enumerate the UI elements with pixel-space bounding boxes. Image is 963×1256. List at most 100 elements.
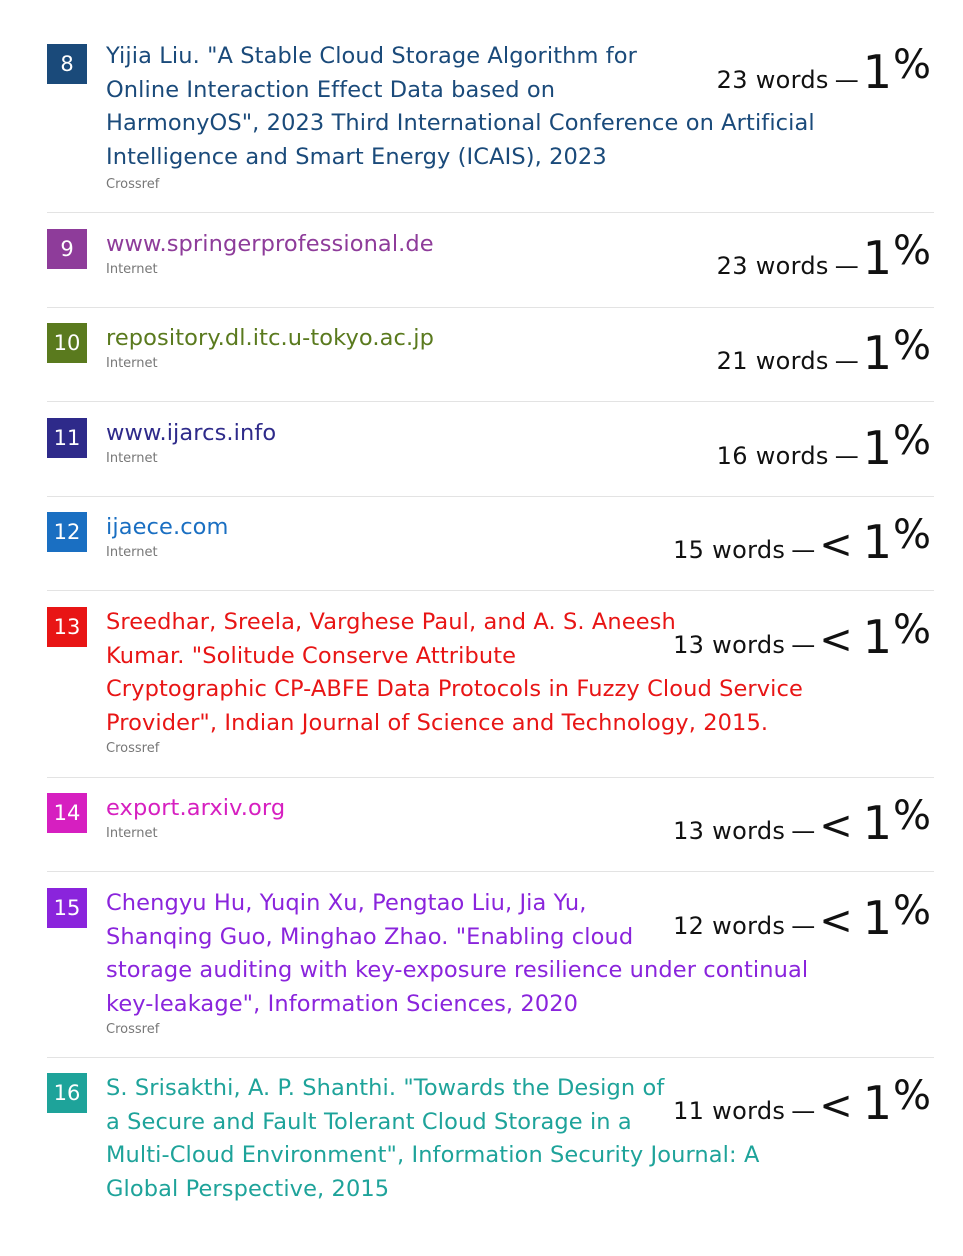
percentage-number: 1 <box>862 515 893 569</box>
match-percentage: 1% <box>862 1073 932 1130</box>
match-percentage: 1% <box>862 512 932 569</box>
less-than-sign: < <box>819 522 853 568</box>
match-number-badge: 15 <box>47 888 87 928</box>
percentage-number: 1 <box>862 45 893 99</box>
em-dash: — <box>791 631 816 659</box>
title-line: Yijia Liu. "A Stable Cloud Storage Algor… <box>106 43 637 69</box>
match-number-badge: 12 <box>47 512 87 552</box>
title-line: Online Interaction Effect Data based on <box>106 76 556 103</box>
word-count: 11 words <box>673 1097 786 1125</box>
match-number-badge: 14 <box>47 793 87 833</box>
match-number-badge: 13 <box>47 607 87 647</box>
title-line: a Secure and Fault Tolerant Cloud Storag… <box>106 1108 632 1135</box>
title-line: repository.dl.itc.u-tokyo.ac.jp <box>106 325 434 351</box>
percent-sign: % <box>892 42 932 88</box>
percent-sign: % <box>892 793 932 839</box>
word-count: 23 words <box>716 66 829 94</box>
percentage-number: 1 <box>862 796 893 850</box>
word-count: 16 words <box>716 442 829 470</box>
match-score: 11 words — <1% <box>673 1073 932 1130</box>
title-line: Provider", Indian Journal of Science and… <box>106 709 769 736</box>
source-type-label: Crossref <box>106 741 160 756</box>
match-number-badge: 11 <box>47 418 87 458</box>
source-type-label: Internet <box>106 356 158 371</box>
percent-sign: % <box>892 512 932 558</box>
title-line: key-leakage", Information Sciences, 2020 <box>106 990 579 1017</box>
match-percentage: 1% <box>862 323 932 380</box>
match-score: 15 words — <1% <box>673 512 932 569</box>
title-line: S. Srisakthi, A. P. Shanthi. "Towards th… <box>106 1075 665 1101</box>
match-row: 14 export.arxiv.org Internet 13 words — <1% <box>47 791 934 872</box>
match-source-link[interactable]: www.ijarcs.info <box>106 417 276 451</box>
less-than-sign: < <box>819 898 853 944</box>
match-number-badge: 8 <box>47 44 87 84</box>
word-count: 15 words <box>673 536 786 564</box>
match-score: 12 words — <1% <box>673 888 932 945</box>
match-source-link[interactable]: www.springerprofessional.de <box>106 228 434 262</box>
title-line: www.ijarcs.info <box>106 420 277 446</box>
percent-sign: % <box>892 228 932 274</box>
match-score: 23 words —1% <box>717 42 932 99</box>
source-type-label: Internet <box>106 826 158 841</box>
source-type-label: Crossref <box>106 1022 160 1037</box>
match-score: 13 words — <1% <box>673 607 932 664</box>
match-row: 9 www.springerprofessional.de Internet 23 w… <box>47 226 934 308</box>
match-row: 16 S. Srisakthi, A. P. Shanthi. "Towards … <box>47 1071 934 1221</box>
match-row: 13 Sreedhar, Sreela, Varghese Paul, and A… <box>47 605 934 778</box>
percentage-number: 1 <box>862 891 893 945</box>
match-source-link[interactable]: Yijia Liu. "A Stable Cloud Storage Algor… <box>106 40 815 174</box>
word-count: 21 words <box>716 347 829 375</box>
match-percentage: 1% <box>862 228 932 285</box>
percentage-number: 1 <box>862 326 893 380</box>
title-line: Multi-Cloud Environment", Information Se… <box>106 1142 760 1168</box>
match-row: 15 Chengyu Hu, Yuqin Xu, Pengtao Liu, Jia… <box>47 886 934 1058</box>
match-source-link[interactable]: ijaece.com <box>106 511 229 545</box>
match-row: 8 Yijia Liu. "A Stable Cloud Storage Algo… <box>47 40 934 213</box>
title-line: Global Perspective, 2015 <box>106 1175 390 1202</box>
percent-sign: % <box>892 607 932 653</box>
title-line: www.springerprofessional.de <box>106 231 434 257</box>
match-source-link[interactable]: S. Srisakthi, A. P. Shanthi. "Towards th… <box>106 1072 759 1206</box>
source-type-label: Internet <box>106 451 158 466</box>
title-line: HarmonyOS", 2023 Third International Con… <box>106 110 815 136</box>
match-source-link[interactable]: repository.dl.itc.u-tokyo.ac.jp <box>106 322 434 356</box>
match-percentage: 1% <box>862 888 932 945</box>
less-than-sign: < <box>819 617 853 663</box>
less-than-sign: < <box>819 803 853 849</box>
em-dash: — <box>791 912 816 940</box>
percentage-number: 1 <box>862 1076 893 1130</box>
em-dash: — <box>834 66 859 94</box>
match-percentage: 1% <box>863 607 932 664</box>
percentage-number: 1 <box>862 421 893 475</box>
title-line: export.arxiv.org <box>106 795 286 821</box>
em-dash: — <box>834 252 859 280</box>
word-count: 13 words <box>673 631 786 659</box>
title-line: Intelligence and Smart Energy (ICAIS), 2… <box>106 143 607 170</box>
match-score: 23 words —1% <box>717 228 932 285</box>
match-number-badge: 9 <box>47 229 87 269</box>
source-type-label: Internet <box>106 262 158 277</box>
match-percentage: 1% <box>862 418 932 475</box>
percent-sign: % <box>892 888 932 934</box>
source-type-label: Internet <box>106 545 158 560</box>
match-row: 12 ijaece.com Internet 15 words — <1% <box>47 510 934 591</box>
match-source-link[interactable]: export.arxiv.org <box>106 792 285 826</box>
match-score: 13 words — <1% <box>673 793 932 850</box>
match-score: 21 words —1% <box>717 323 932 380</box>
match-score: 16 words —1% <box>717 418 932 475</box>
word-count: 23 words <box>716 252 829 280</box>
title-line: Cryptographic CP-ABFE Data Protocols in … <box>106 676 803 702</box>
percentage-number: 1 <box>862 231 893 285</box>
em-dash: — <box>834 347 859 375</box>
match-number-badge: 16 <box>47 1073 87 1113</box>
source-type-label: Crossref <box>106 177 160 192</box>
em-dash: — <box>791 817 816 845</box>
em-dash: — <box>791 1097 816 1125</box>
match-percentage: 1% <box>862 793 932 850</box>
em-dash: — <box>791 536 816 564</box>
title-line: ijaece.com <box>106 514 229 540</box>
word-count: 12 words <box>673 912 786 940</box>
match-row: 11 www.ijarcs.info Internet 16 words —1% <box>47 416 934 497</box>
match-row: 10 repository.dl.itc.u-tokyo.ac.jp Interne… <box>47 321 934 402</box>
word-count: 13 words <box>673 817 786 845</box>
